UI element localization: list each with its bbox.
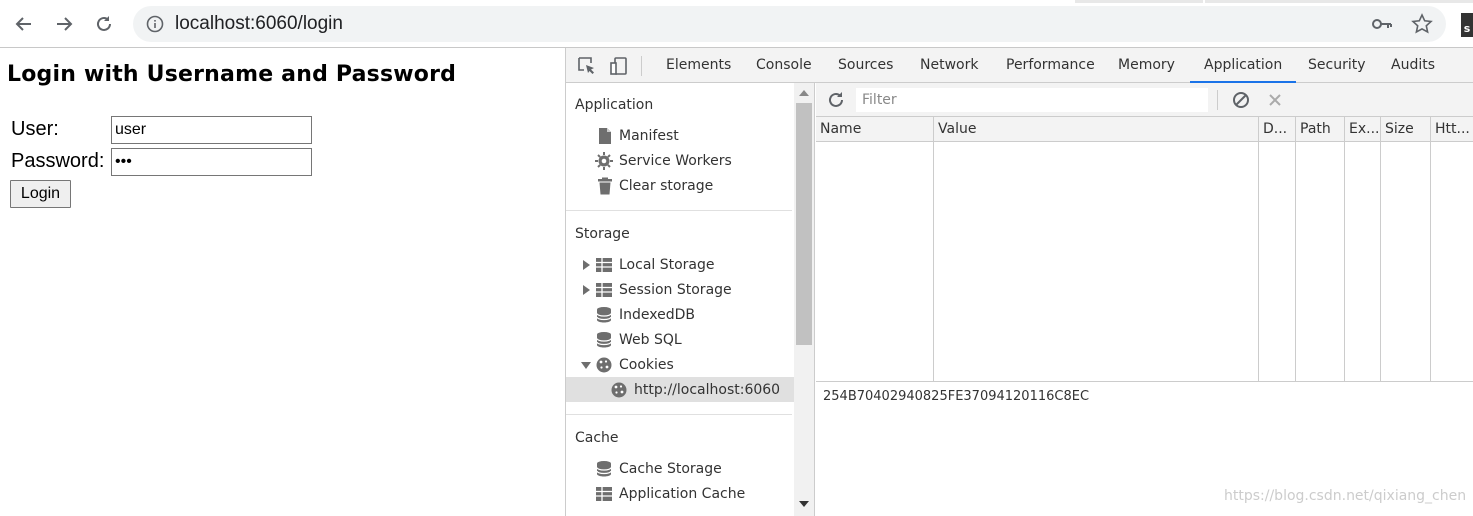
column-divider[interactable] — [1258, 117, 1259, 382]
back-button[interactable] — [10, 10, 38, 38]
collapse-arrow-icon[interactable] — [581, 360, 591, 370]
password-input[interactable] — [111, 148, 312, 176]
tab-application[interactable]: Application — [1189, 48, 1297, 83]
trash-icon — [598, 177, 612, 194]
tab-memory[interactable]: Memory — [1118, 48, 1175, 83]
tab-console[interactable]: Console — [756, 48, 812, 83]
application-sidebar: Application Manifest Service Workers Cle… — [566, 83, 815, 516]
column-divider[interactable] — [933, 117, 934, 382]
arrow-left-icon — [15, 17, 31, 31]
star-icon[interactable] — [1411, 13, 1433, 35]
grid-icon — [596, 257, 612, 272]
reload-button[interactable] — [90, 10, 118, 38]
tab-audits[interactable]: Audits — [1391, 48, 1435, 83]
grid-icon — [596, 486, 612, 501]
delete-selected-icon[interactable] — [1265, 90, 1285, 110]
database-icon — [596, 306, 612, 322]
database-icon — [596, 331, 612, 347]
column-header-path[interactable]: Path — [1296, 117, 1344, 142]
expand-arrow-icon[interactable] — [581, 284, 591, 295]
sidebar-item-manifest[interactable]: Manifest — [566, 123, 794, 148]
grid-icon — [596, 282, 612, 297]
refresh-icon[interactable] — [826, 90, 846, 110]
arrow-right-icon — [57, 17, 73, 31]
column-divider[interactable] — [1380, 117, 1381, 382]
scroll-down-icon[interactable] — [799, 499, 809, 509]
page-title: Login with Username and Password — [7, 62, 457, 87]
sidebar-item-application-cache[interactable]: Application Cache — [566, 481, 794, 506]
page-content: Login with Username and Password User: P… — [0, 48, 565, 516]
clear-all-icon[interactable] — [1231, 90, 1251, 110]
tab-security[interactable]: Security — [1308, 48, 1366, 83]
sidebar-item-local-storage[interactable]: Local Storage — [566, 252, 794, 277]
devtools-tabbar: Elements Console Sources Network Perform… — [566, 48, 1473, 83]
cookies-panel: Name Value D... Path Ex... Size Htt... 2… — [816, 83, 1473, 516]
column-divider[interactable] — [1344, 117, 1345, 382]
extension-icon[interactable]: s — [1461, 13, 1473, 37]
tab-network[interactable]: Network — [920, 48, 978, 83]
toolbar-divider — [641, 56, 642, 76]
tab-strip — [1075, 0, 1203, 3]
section-cache: Cache — [575, 430, 619, 446]
devtools-panel: Elements Console Sources Network Perform… — [565, 48, 1473, 516]
sidebar-item-cookies[interactable]: Cookies — [566, 352, 794, 377]
column-divider[interactable] — [1295, 117, 1296, 382]
scroll-up-icon[interactable] — [799, 88, 809, 98]
file-icon — [599, 127, 611, 144]
sidebar-item-clear-storage[interactable]: Clear storage — [566, 173, 794, 198]
column-divider[interactable] — [1430, 117, 1431, 382]
column-header-value[interactable]: Value — [934, 117, 1258, 142]
address-bar[interactable]: localhost:6060/login — [133, 6, 1446, 42]
watermark: https://blog.csdn.net/qixiang_chen — [1224, 488, 1467, 504]
info-icon[interactable] — [146, 15, 164, 33]
sidebar-scrollbar[interactable] — [794, 83, 814, 516]
section-storage: Storage — [575, 226, 630, 242]
scrollbar-thumb[interactable] — [796, 103, 812, 345]
forward-button[interactable] — [50, 10, 78, 38]
cookie-value-preview: 254B70402940825FE37094120116C8EC — [823, 389, 1090, 404]
sidebar-item-cache-storage[interactable]: Cache Storage — [566, 456, 794, 481]
sidebar-item-cookie-origin[interactable]: http://localhost:6060 — [566, 377, 794, 402]
sidebar-item-indexeddb[interactable]: IndexedDB — [566, 302, 794, 327]
column-header-name[interactable]: Name — [816, 117, 933, 142]
sidebar-item-session-storage[interactable]: Session Storage — [566, 277, 794, 302]
user-input[interactable] — [111, 116, 312, 144]
password-label: Password: — [11, 150, 105, 172]
sidebar-divider — [566, 210, 792, 211]
gear-icon — [595, 151, 613, 170]
cookie-icon — [611, 382, 627, 397]
cookie-table: Name Value D... Path Ex... Size Htt... — [816, 117, 1473, 382]
device-toolbar-icon[interactable] — [609, 56, 629, 76]
tab-sources[interactable]: Sources — [838, 48, 893, 83]
column-header-expires[interactable]: Ex... — [1345, 117, 1380, 142]
database-icon — [596, 460, 612, 476]
cookies-toolbar — [816, 83, 1473, 117]
url-text[interactable]: localhost:6060/login — [175, 13, 343, 35]
section-application: Application — [575, 97, 654, 113]
inspect-element-icon[interactable] — [577, 56, 597, 76]
cookie-icon — [596, 357, 612, 372]
key-icon[interactable] — [1371, 15, 1393, 33]
filter-input[interactable] — [856, 88, 1208, 112]
sidebar-item-service-workers[interactable]: Service Workers — [566, 148, 794, 173]
browser-toolbar: localhost:6060/login s — [0, 0, 1473, 48]
sidebar-item-web-sql[interactable]: Web SQL — [566, 327, 794, 352]
user-label: User: — [11, 118, 59, 140]
sidebar-divider — [566, 414, 792, 415]
login-button[interactable]: Login — [10, 180, 71, 208]
tab-strip — [1205, 0, 1473, 3]
expand-arrow-icon[interactable] — [581, 259, 591, 270]
tab-performance[interactable]: Performance — [1006, 48, 1095, 83]
column-header-size[interactable]: Size — [1381, 117, 1430, 142]
column-header-httponly[interactable]: Htt... — [1431, 117, 1473, 142]
column-header-domain[interactable]: D... — [1259, 117, 1295, 142]
reload-icon — [97, 16, 111, 31]
tab-elements[interactable]: Elements — [666, 48, 731, 83]
toolbar-divider — [1217, 90, 1218, 110]
